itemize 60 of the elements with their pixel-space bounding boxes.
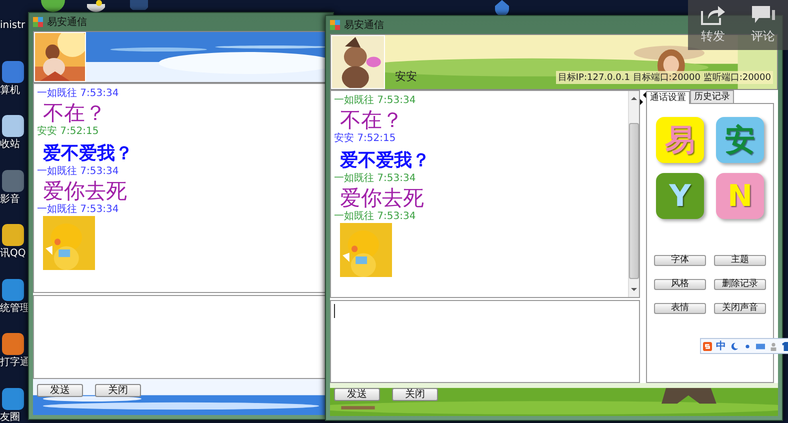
message-text: 爱不爱我？ [43,142,133,166]
tile-letter: 安 [725,122,755,160]
message-text: 爱不爱我？ [340,149,430,172]
overlay-button[interactable]: 评论 [750,5,776,45]
message-meta: 一如既往 7:53:34 [37,88,119,100]
message-text: 不在？ [340,107,403,132]
message-meta: 一如既往 7:53:34 [37,166,119,178]
dot-icon[interactable] [743,342,752,350]
panel-button[interactable]: 字体 [654,255,706,266]
desktop-icon[interactable] [2,224,24,246]
ime-logo-icon[interactable] [703,342,712,350]
message-meta: 一如既往 7:53:34 [334,95,416,107]
share-icon [700,5,726,25]
window-button[interactable]: 发送 [334,388,380,401]
desktop-icon[interactable] [2,388,24,410]
window-button[interactable]: 关闭 [392,388,438,401]
comment-icon [750,5,776,25]
message-text: 不在？ [43,100,106,126]
tab[interactable]: 通话设置 [646,91,690,104]
desktop-icon-label[interactable]: 收站 [0,137,20,151]
panel-button[interactable]: 主题 [714,255,766,266]
desktop-icon[interactable] [2,115,24,137]
panel-button[interactable]: 风格 [654,279,706,290]
desktop-icon-label[interactable]: inistr [0,20,26,31]
overlay-button[interactable]: 转发 [700,5,726,45]
tab[interactable]: 历史记录 [690,90,734,103]
desktop-icon[interactable] [40,0,66,12]
ime-mode-label[interactable]: 中 [716,339,726,353]
app-icon [33,17,43,27]
desktop-icon-label[interactable]: 影音 [0,192,20,206]
desktop-icon-label[interactable]: 讯QQ [0,246,26,260]
window-title: 易安通信 [344,18,384,32]
message-input[interactable] [330,300,640,383]
tile-letter: 易 [665,122,695,160]
message-meta: 一如既往 7:53:34 [334,173,416,185]
contact-name: 安安 [395,69,417,84]
keyboard-icon[interactable] [756,342,765,350]
message-meta: 一如既往 7:53:34 [334,211,416,223]
tile-letter: N [727,178,753,214]
desktop-icon[interactable] [2,333,24,355]
scrollbar[interactable] [628,91,639,297]
help-icon[interactable] [85,0,107,12]
desktop-icon[interactable] [2,60,24,82]
window-title: 易安通信 [47,16,87,29]
message-meta: 安安 7:52:15 [334,133,396,145]
desktop-icon-label[interactable]: 友圈 [0,410,20,423]
desktop-icon-label[interactable]: 算机 [0,82,20,96]
tile-letter: Y [669,178,691,214]
panel-button[interactable]: 关闭声音 [714,303,766,314]
panel-button[interactable]: 表情 [654,303,706,314]
moon-icon[interactable] [730,342,739,350]
message-text: 爱你去死 [340,185,424,210]
message-meta: 一如既往 7:53:34 [37,204,119,216]
message-meta: 安安 7:52:15 [37,126,99,138]
panel-button[interactable]: 删除记录 [714,279,766,290]
connection-info: 目标IP:127.0.0.1 目标端口:20000 监听端口:20000 [556,71,773,84]
message-text: 爱你去死 [43,178,127,204]
app-icon [330,20,340,30]
desktop-icon[interactable] [2,278,24,300]
desktop-icon[interactable] [495,0,509,16]
